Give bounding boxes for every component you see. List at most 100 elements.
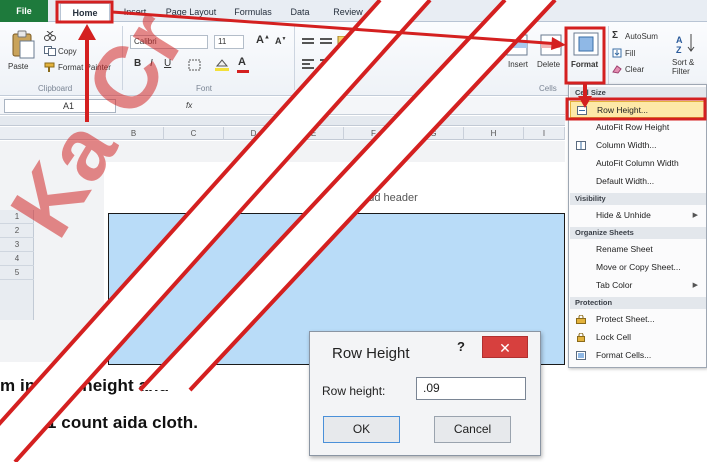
font-color-icon[interactable]: A [238, 56, 246, 68]
name-box[interactable]: A1 [4, 99, 116, 113]
menu-section-cell-size: Cell Size [570, 87, 706, 99]
column-header[interactable]: H [464, 127, 524, 140]
menu-item-label: AutoFit Column Width [596, 158, 679, 168]
group-separator [608, 26, 609, 90]
cancel-button[interactable]: Cancel [434, 416, 511, 443]
menu-item-move-copy-sheet[interactable]: Move or Copy Sheet... [570, 259, 706, 276]
menu-section-protection: Protection [570, 297, 706, 309]
menu-item-protect-sheet[interactable]: Protect Sheet... [570, 311, 706, 328]
fill-button[interactable]: Fill [625, 49, 635, 58]
font-size-select[interactable]: 11 [214, 35, 244, 49]
borders-icon[interactable] [188, 59, 202, 71]
row-header[interactable]: 1 [0, 210, 34, 224]
formula-bar: A1 fx [0, 97, 565, 115]
tab-view[interactable]: View [374, 3, 410, 21]
column-headers: B C D E F G H I [0, 127, 565, 140]
column-width-icon [576, 141, 586, 150]
menu-section-organize-sheets: Organize Sheets [570, 227, 706, 239]
column-header[interactable]: B [104, 127, 164, 140]
italic-icon[interactable]: I [150, 58, 153, 69]
name-box-value: A1 [63, 101, 75, 111]
delete-cells-icon[interactable] [540, 34, 562, 56]
bold-icon[interactable]: B [134, 58, 141, 69]
format-painter-icon[interactable] [44, 62, 56, 72]
ruler [0, 116, 565, 126]
format-cells-icon[interactable] [573, 32, 599, 56]
column-header[interactable]: E [284, 127, 344, 140]
tab-review[interactable]: Review [324, 3, 372, 21]
clear-icon[interactable] [612, 64, 622, 74]
tab-file[interactable]: File [0, 0, 48, 22]
menu-item-autofit-column-width[interactable]: AutoFit Column Width [570, 155, 706, 172]
autosum-icon[interactable]: Σ [612, 30, 618, 41]
format-dropdown-menu: Cell Size Row Height... AutoFit Row Heig… [568, 84, 707, 368]
column-header[interactable]: I [524, 127, 565, 140]
align-left-icon[interactable] [302, 58, 342, 70]
ribbon-tab-bar: File Home Insert Page Layout Formulas Da… [0, 0, 707, 22]
paste-button[interactable]: Paste [8, 62, 28, 71]
row-header[interactable]: 5 [0, 266, 34, 280]
menu-item-row-height[interactable]: Row Height... [570, 101, 706, 118]
shrink-font-icon[interactable]: A▼ [275, 36, 286, 46]
row-height-label: Row height: [322, 384, 386, 398]
column-header[interactable]: F [344, 127, 404, 140]
dialog-title: Row Height [332, 345, 410, 362]
lock-icon [577, 333, 585, 342]
menu-item-format-cells[interactable]: Format Cells... [570, 347, 706, 364]
cut-icon[interactable] [44, 31, 56, 41]
menu-item-rename-sheet[interactable]: Rename Sheet [570, 241, 706, 258]
row-header[interactable]: 2 [0, 224, 34, 238]
menu-item-hide-unhide[interactable]: Hide & Unhide ▶ [570, 207, 706, 224]
fill-icon[interactable] [612, 48, 622, 58]
menu-item-tab-color[interactable]: Tab Color ▶ [570, 277, 706, 294]
format-cells-icon [576, 351, 586, 360]
menu-item-lock-cell[interactable]: Lock Cell [570, 329, 706, 346]
ok-button[interactable]: OK [323, 416, 400, 443]
fill-color-icon[interactable] [214, 58, 230, 72]
format-button[interactable]: Format [571, 60, 598, 69]
clear-button[interactable]: Clear [625, 65, 644, 74]
font-name-select[interactable]: Calibri [130, 35, 208, 49]
menu-item-label: Rename Sheet [596, 244, 653, 254]
help-button[interactable]: ? [457, 339, 465, 354]
menu-item-column-width[interactable]: Column Width... [570, 137, 706, 154]
group-separator [122, 26, 123, 90]
alignment-icons[interactable] [302, 36, 362, 48]
column-header[interactable]: D [224, 127, 284, 140]
row-height-label: Row Height... [597, 105, 649, 115]
font-group-label: Font [196, 84, 213, 93]
paste-icon[interactable] [10, 30, 36, 60]
menu-item-label: Format Cells... [596, 350, 652, 360]
sort-filter-icon[interactable]: A Z [676, 32, 698, 54]
menu-item-default-width[interactable]: Default Width... [570, 173, 706, 190]
menu-section-visibility: Visibility [570, 193, 706, 205]
tab-insert[interactable]: Insert [112, 3, 158, 21]
format-painter-button[interactable]: Format Painter [58, 63, 111, 72]
copy-button[interactable]: Copy [58, 47, 77, 56]
column-header[interactable]: G [404, 127, 464, 140]
tab-formulas[interactable]: Formulas [226, 3, 280, 21]
close-button[interactable]: ✕ [482, 336, 528, 358]
underline-icon[interactable]: U [164, 58, 171, 69]
row-header[interactable]: 4 [0, 252, 34, 266]
add-header-hint[interactable]: Click to add header [323, 192, 418, 204]
submenu-arrow-icon: ▶ [692, 282, 698, 289]
copy-icon[interactable] [44, 46, 56, 56]
tab-home[interactable]: Home [60, 3, 110, 21]
column-header[interactable]: C [164, 127, 224, 140]
row-height-icon [577, 106, 587, 115]
tab-data[interactable]: Data [282, 3, 318, 21]
function-icon[interactable]: fx [186, 101, 192, 110]
autosum-button[interactable]: AutoSum [625, 32, 658, 41]
menu-item-autofit-row-height[interactable]: AutoFit Row Height [570, 119, 706, 136]
tab-page-layout[interactable]: Page Layout [156, 3, 226, 21]
delete-button[interactable]: Delete [537, 60, 560, 69]
grow-font-icon[interactable]: A▲ [256, 34, 270, 46]
group-separator [294, 26, 295, 90]
row-header[interactable]: 3 [0, 238, 34, 252]
menu-item-label: AutoFit Row Height [596, 122, 670, 132]
insert-button[interactable]: Insert [508, 60, 528, 69]
sort-filter-button[interactable]: Sort & Filter [672, 58, 706, 76]
row-height-input[interactable]: .09 [416, 377, 526, 400]
insert-cells-icon[interactable] [506, 34, 528, 56]
